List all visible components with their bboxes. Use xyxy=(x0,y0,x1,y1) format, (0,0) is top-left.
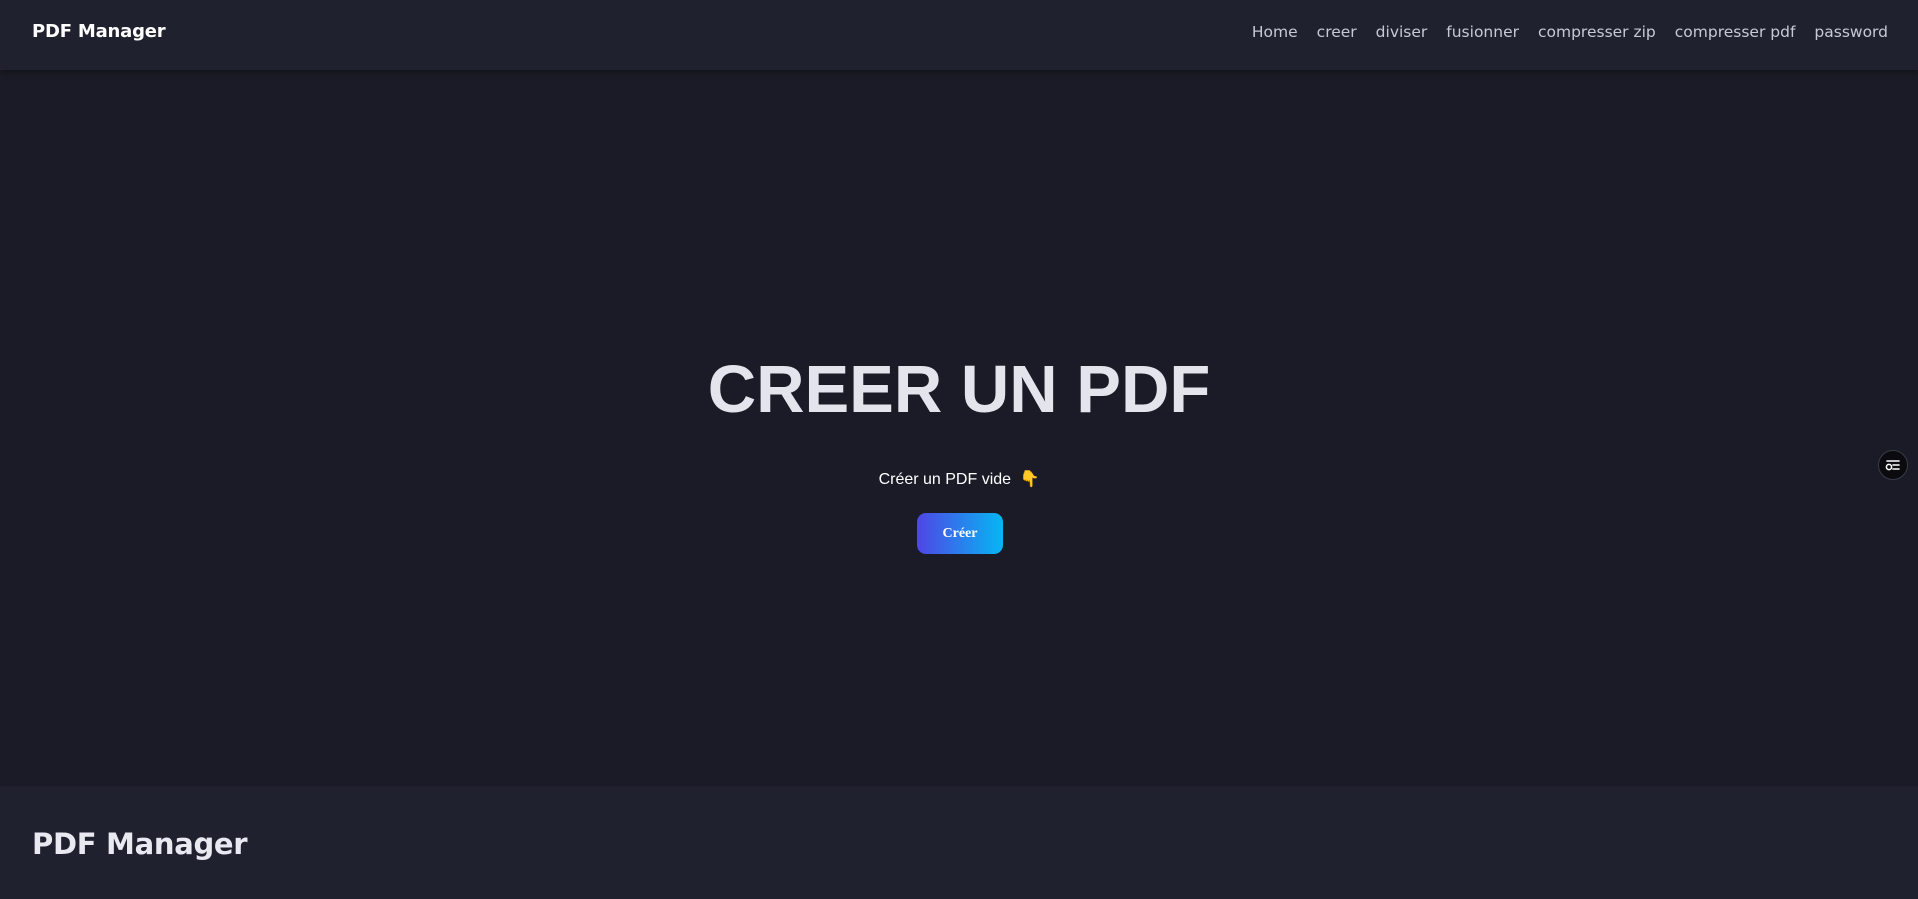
pointing-down-icon: 👇 xyxy=(1019,471,1040,488)
nav-link-fusionner[interactable]: fusionner xyxy=(1446,23,1519,41)
nav-link-creer[interactable]: creer xyxy=(1317,23,1357,41)
main-content: CREER UN PDF Créer un PDF vide 👇 Créer xyxy=(0,70,1918,786)
nav-link-home[interactable]: Home xyxy=(1252,23,1298,41)
create-button[interactable]: Créer xyxy=(917,513,1003,554)
settings-list-icon xyxy=(1885,460,1900,471)
footer-brand: PDF Manager xyxy=(32,827,248,861)
page-subtitle: Créer un PDF vide 👇 xyxy=(0,468,1918,492)
nav-link-compresser-zip[interactable]: compresser zip xyxy=(1538,23,1656,41)
nav-link-compresser-pdf[interactable]: compresser pdf xyxy=(1675,23,1796,41)
floating-settings-button[interactable] xyxy=(1878,450,1908,480)
page-title: CREER UN PDF xyxy=(707,352,1211,427)
nav-link-password[interactable]: password xyxy=(1814,23,1888,41)
brand-logo[interactable]: PDF Manager xyxy=(32,0,166,64)
footer: PDF Manager xyxy=(0,786,1918,899)
nav-menu: Home creer diviser fusionner compresser … xyxy=(1252,0,1888,64)
nav-link-diviser[interactable]: diviser xyxy=(1376,23,1428,41)
subtitle-text: Créer un PDF vide xyxy=(878,471,1012,488)
top-navbar: PDF Manager Home creer diviser fusionner… xyxy=(0,0,1918,70)
